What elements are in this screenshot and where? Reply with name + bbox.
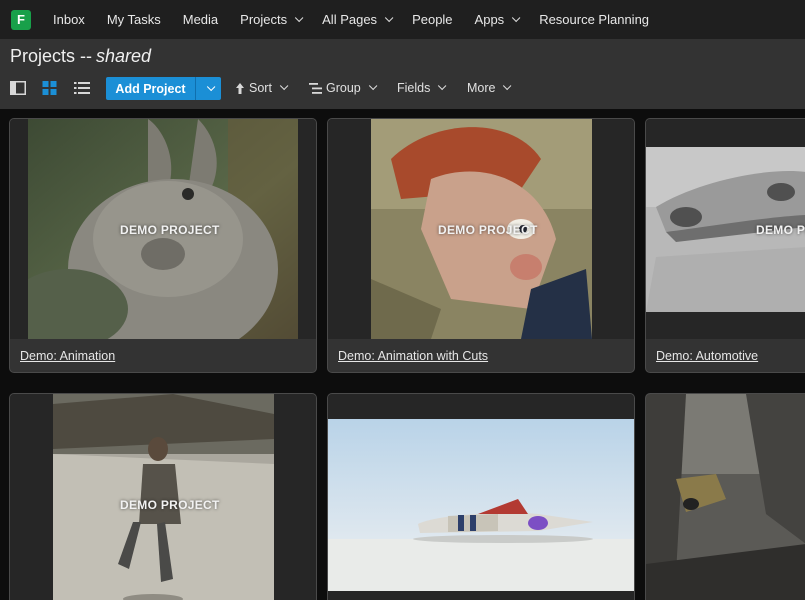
chevron-down-icon bbox=[279, 81, 289, 91]
project-card[interactable]: DEMO PROJECT Demo: Animation bbox=[9, 118, 317, 373]
nav-inbox[interactable]: Inbox bbox=[53, 12, 85, 27]
project-grid: DEMO PROJECT Demo: Animation DEMO PROJEC… bbox=[0, 109, 805, 600]
jet-car-thumbnail-image bbox=[328, 419, 634, 591]
nav-projects-label: Projects bbox=[240, 12, 288, 27]
chevron-down-icon bbox=[503, 81, 512, 91]
project-thumbnail[interactable]: DEMO PROJECT bbox=[10, 119, 316, 339]
project-thumbnail[interactable]: DEMO PROJECT bbox=[328, 119, 634, 339]
project-card[interactable] bbox=[327, 393, 635, 600]
add-project-button[interactable]: Add Project bbox=[106, 77, 195, 100]
nav-resource-planning-label: Resource Planning bbox=[539, 12, 650, 27]
project-title-link[interactable]: Demo: Automotive bbox=[656, 349, 758, 363]
top-navigation: F Inbox My Tasks Media Projects All Page… bbox=[0, 0, 805, 39]
grid-view-icon[interactable] bbox=[42, 81, 58, 95]
project-title-link[interactable]: Demo: Animation with Cuts bbox=[338, 349, 488, 363]
page-header: Projects -- shared Add Project Sort Grou… bbox=[0, 39, 805, 109]
demo-project-badge: DEMO PR bbox=[756, 223, 805, 237]
more-menu[interactable]: More bbox=[467, 81, 512, 95]
chevron-down-icon bbox=[512, 13, 521, 22]
sort-label: Sort bbox=[249, 81, 272, 95]
demo-project-badge: DEMO PROJECT bbox=[120, 498, 220, 512]
project-card[interactable]: DEMO PROJECT bbox=[9, 393, 317, 600]
project-card[interactable]: DEMO PROJECT Demo: Animation with Cuts bbox=[327, 118, 635, 373]
demo-project-badge: DEMO PROJECT bbox=[120, 223, 220, 237]
nav-apps-label: Apps bbox=[474, 12, 505, 27]
jungle-thumbnail-image bbox=[646, 394, 805, 600]
nav-people[interactable]: People bbox=[412, 12, 452, 27]
nav-all-pages-label: All Pages bbox=[322, 12, 378, 27]
page-title-text: Projects -- bbox=[10, 46, 93, 66]
fields-label: Fields bbox=[397, 81, 431, 95]
nav-apps[interactable]: Apps bbox=[474, 12, 521, 27]
nav-media[interactable]: Media bbox=[183, 12, 218, 27]
chevron-down-icon bbox=[368, 81, 378, 91]
more-label: More bbox=[467, 81, 496, 95]
sort-menu[interactable]: Sort bbox=[235, 81, 289, 95]
project-thumbnail[interactable] bbox=[646, 394, 805, 600]
page-title-suffix: shared bbox=[96, 46, 152, 66]
list-view-icon[interactable] bbox=[74, 81, 90, 95]
nav-my-tasks[interactable]: My Tasks bbox=[107, 12, 161, 27]
chevron-down-icon bbox=[384, 13, 394, 22]
nav-media-label: Media bbox=[182, 12, 219, 27]
project-card[interactable] bbox=[645, 393, 805, 600]
nav-my-tasks-label: My Tasks bbox=[106, 12, 161, 27]
nav-all-pages[interactable]: All Pages bbox=[322, 12, 394, 27]
soldier-thumbnail-image bbox=[53, 394, 274, 600]
toolbar: Add Project Sort Group Fields More bbox=[0, 77, 805, 101]
chevron-down-icon bbox=[206, 82, 215, 91]
add-project-dropdown-button[interactable] bbox=[195, 77, 221, 100]
project-thumbnail[interactable]: DEMO PROJECT bbox=[10, 394, 316, 600]
sidebar-toggle-icon[interactable] bbox=[10, 81, 26, 95]
nav-projects[interactable]: Projects bbox=[240, 12, 304, 27]
page-title: Projects -- shared bbox=[10, 46, 151, 67]
nav-inbox-label: Inbox bbox=[53, 12, 85, 27]
group-label: Group bbox=[326, 81, 361, 95]
nav-people-label: People bbox=[412, 12, 453, 27]
app-logo[interactable]: F bbox=[11, 9, 31, 30]
demo-project-badge: DEMO PROJECT bbox=[438, 223, 538, 237]
group-menu[interactable]: Group bbox=[309, 81, 378, 95]
project-thumbnail[interactable]: DEMO PR bbox=[646, 119, 805, 339]
chevron-down-icon bbox=[295, 13, 304, 22]
project-card[interactable]: DEMO PR Demo: Automotive bbox=[645, 118, 805, 373]
sort-icon bbox=[236, 82, 244, 94]
nav-resource-planning[interactable]: Resource Planning bbox=[539, 12, 649, 27]
project-thumbnail[interactable] bbox=[328, 394, 634, 600]
project-title-link[interactable]: Demo: Animation bbox=[20, 349, 115, 363]
group-icon bbox=[309, 82, 322, 94]
add-project-split-button: Add Project bbox=[106, 77, 221, 100]
fields-menu[interactable]: Fields bbox=[397, 81, 447, 95]
chevron-down-icon bbox=[438, 81, 447, 91]
